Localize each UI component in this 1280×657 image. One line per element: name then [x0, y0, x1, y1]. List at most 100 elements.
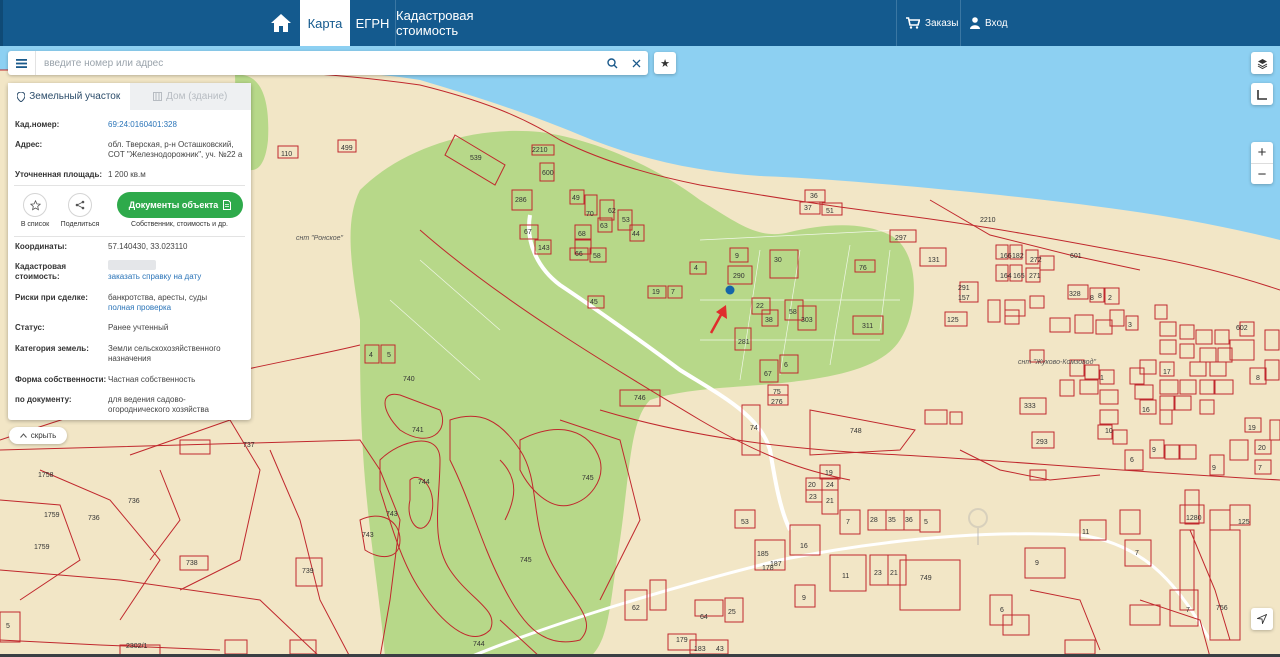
- svg-text:276: 276: [771, 399, 783, 406]
- svg-text:1280: 1280: [1186, 515, 1202, 522]
- clear-icon[interactable]: [624, 51, 648, 75]
- building-icon: [153, 92, 163, 101]
- tab-map[interactable]: Карта: [300, 0, 350, 46]
- svg-text:23: 23: [809, 494, 817, 501]
- search-input[interactable]: [36, 52, 600, 74]
- svg-text:49: 49: [572, 195, 580, 202]
- svg-text:290: 290: [733, 273, 745, 280]
- svg-text:165: 165: [1013, 273, 1025, 280]
- tab-building[interactable]: Дом (здание): [129, 83, 251, 110]
- tab-land-plot[interactable]: Земельный участок: [8, 83, 130, 110]
- svg-text:749: 749: [920, 575, 932, 582]
- svg-text:21: 21: [890, 570, 898, 577]
- svg-text:58: 58: [593, 253, 601, 260]
- svg-text:131: 131: [928, 257, 940, 264]
- svg-text:16: 16: [1142, 407, 1150, 414]
- svg-text:70: 70: [586, 211, 594, 218]
- svg-text:63: 63: [600, 223, 608, 230]
- svg-text:2210: 2210: [532, 147, 548, 154]
- svg-text:600: 600: [542, 170, 554, 177]
- search-icon[interactable]: [600, 51, 624, 75]
- pin-icon: [17, 91, 26, 102]
- svg-text:74: 74: [750, 425, 758, 432]
- cart-icon: [906, 17, 920, 29]
- object-documents-button[interactable]: Документы объекта: [117, 192, 243, 218]
- svg-text:736: 736: [128, 498, 140, 505]
- svg-text:36: 36: [810, 193, 818, 200]
- svg-text:311: 311: [862, 323, 873, 330]
- add-to-list-label: В список: [20, 221, 50, 228]
- layers-button[interactable]: [1251, 52, 1273, 74]
- menu-button[interactable]: [8, 51, 36, 75]
- svg-text:2: 2: [1108, 295, 1112, 302]
- cad-value-link[interactable]: заказать справку на дату: [108, 272, 244, 282]
- login-label: Вход: [985, 17, 1008, 29]
- cad-number-label: Кад.номер:: [15, 120, 60, 129]
- svg-text:185: 185: [757, 551, 769, 558]
- home-icon[interactable]: [266, 8, 296, 38]
- svg-text:182: 182: [1012, 253, 1024, 260]
- land-category-value: Земли сельскохозяйственного назначения: [108, 344, 221, 363]
- search-bar: [8, 51, 648, 75]
- svg-text:6: 6: [1130, 457, 1134, 464]
- svg-text:748: 748: [850, 428, 862, 435]
- add-to-list-button[interactable]: [23, 193, 47, 217]
- zoom-out-button[interactable]: −: [1251, 164, 1273, 185]
- svg-text:272: 272: [1030, 257, 1042, 264]
- svg-text:66: 66: [575, 251, 583, 258]
- svg-text:58: 58: [789, 309, 797, 316]
- svg-text:21: 21: [826, 498, 834, 505]
- favorites-button[interactable]: ★: [654, 52, 676, 74]
- svg-text:36: 36: [905, 517, 913, 524]
- svg-text:9: 9: [735, 253, 739, 260]
- svg-text:67: 67: [764, 371, 772, 378]
- svg-text:64: 64: [700, 614, 708, 621]
- svg-text:164: 164: [1000, 273, 1012, 280]
- cad-value-label: Кадастровая стоимость:: [15, 262, 67, 281]
- svg-text:737: 737: [243, 442, 255, 449]
- svg-text:4: 4: [694, 265, 698, 272]
- svg-text:740: 740: [403, 376, 415, 383]
- risks-link[interactable]: полная проверка: [108, 303, 244, 313]
- svg-text:38: 38: [765, 317, 773, 324]
- svg-text:7: 7: [846, 519, 850, 526]
- svg-text:1758: 1758: [38, 472, 54, 479]
- svg-text:53: 53: [622, 217, 630, 224]
- tab-separator: [896, 0, 897, 46]
- ownership-value: Частная собственность: [108, 375, 196, 384]
- svg-text:7: 7: [1186, 607, 1190, 614]
- svg-text:35: 35: [888, 517, 896, 524]
- orders-button[interactable]: Заказы: [906, 0, 958, 46]
- svg-text:297: 297: [895, 235, 907, 242]
- star-icon: ★: [660, 57, 670, 70]
- svg-text:25: 25: [728, 609, 736, 616]
- place-label-ronskoe: снт "Ронское": [296, 235, 344, 242]
- cad-number-value[interactable]: 69:24:0160401:328: [108, 120, 244, 130]
- login-button[interactable]: Вход: [970, 0, 1008, 46]
- topbar-edge: [0, 0, 3, 46]
- svg-text:110: 110: [281, 151, 292, 158]
- tab-cadastral-value[interactable]: Кадастровая стоимость: [396, 0, 532, 46]
- svg-text:746: 746: [634, 395, 646, 402]
- hide-card-button[interactable]: скрыть: [9, 427, 67, 444]
- area-label: Уточненная площадь:: [15, 170, 103, 179]
- svg-text:19: 19: [1248, 425, 1256, 432]
- selected-parcel-marker: [725, 285, 735, 295]
- locate-button[interactable]: [1251, 608, 1273, 630]
- tab-egrn[interactable]: ЕГРН: [350, 0, 395, 46]
- svg-text:24: 24: [826, 482, 834, 489]
- svg-text:22: 22: [756, 303, 764, 310]
- svg-text:745: 745: [582, 475, 594, 482]
- hamburger-icon: [16, 58, 27, 68]
- svg-text:28: 28: [870, 517, 878, 524]
- ownership-label: Форма собственности:: [15, 375, 107, 384]
- svg-text:602: 602: [1236, 325, 1248, 332]
- svg-text:3: 3: [1128, 322, 1132, 329]
- svg-text:756: 756: [1216, 605, 1228, 612]
- zoom-in-button[interactable]: +: [1251, 142, 1273, 163]
- svg-text:11: 11: [842, 573, 849, 580]
- svg-text:286: 286: [515, 197, 527, 204]
- measure-button[interactable]: [1251, 83, 1273, 105]
- svg-text:19: 19: [825, 470, 833, 477]
- share-button[interactable]: [68, 193, 92, 217]
